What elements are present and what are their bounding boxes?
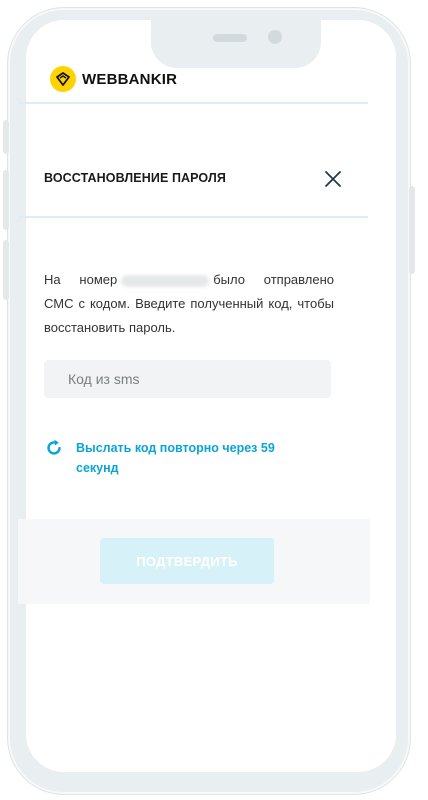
power-button bbox=[409, 186, 415, 274]
masked-phone-number bbox=[121, 274, 210, 287]
refresh-icon bbox=[47, 439, 61, 455]
modal-title: ВОССТАНОВЛЕНИЕ ПАРОЛЯ bbox=[44, 171, 226, 185]
close-button[interactable] bbox=[322, 168, 344, 190]
resend-text: Выслать код повторно через 59 секунд bbox=[76, 441, 275, 475]
confirm-button[interactable]: ПОДТВЕРДИТЬ bbox=[100, 538, 274, 584]
speaker bbox=[213, 34, 247, 42]
mute-switch bbox=[3, 120, 9, 154]
message-text-before: На номер bbox=[44, 272, 118, 287]
volume-up-button bbox=[3, 170, 9, 230]
header-divider bbox=[18, 102, 368, 104]
sms-sent-message: На номер было отправлено СМС с кодом. Вве… bbox=[44, 268, 334, 340]
sms-code-input[interactable] bbox=[44, 360, 331, 398]
volume-down-button bbox=[3, 240, 9, 300]
front-camera bbox=[268, 30, 282, 44]
close-icon bbox=[325, 171, 341, 187]
brand-logo[interactable]: WEBBANKIR bbox=[50, 66, 177, 92]
brand-name: WEBBANKIR bbox=[82, 70, 178, 88]
notch bbox=[151, 20, 321, 68]
logo-icon bbox=[50, 66, 76, 92]
title-divider bbox=[18, 216, 368, 218]
resend-code-link[interactable]: Выслать код повторно через 59 секунд bbox=[44, 438, 286, 478]
